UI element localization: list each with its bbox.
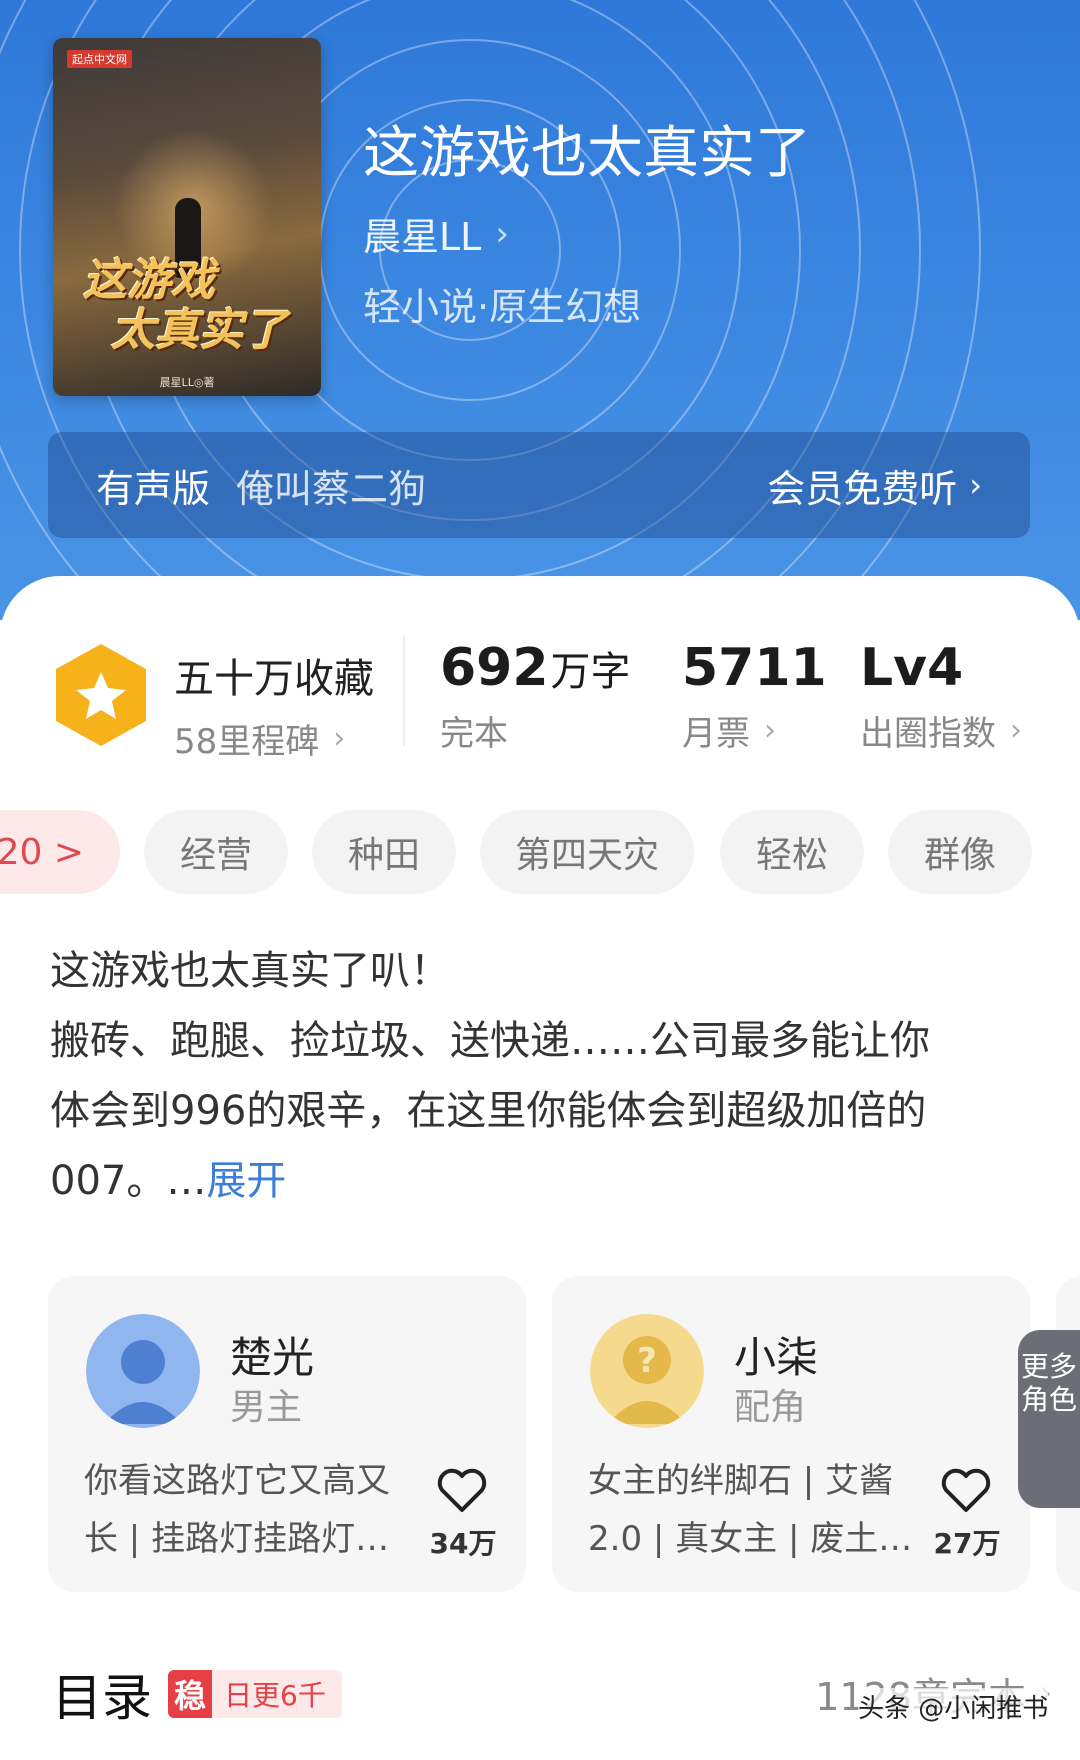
cover-author: 晨星LL◎著 xyxy=(159,376,215,389)
author-name: 晨星LL xyxy=(363,215,482,259)
monthly-ticket-stat[interactable]: 5711 月票 › xyxy=(682,638,827,755)
author-link[interactable]: 晨星LL › xyxy=(363,206,509,261)
role-description: 你看这路灯它又高又长 | 挂路灯挂路灯挂路灯挂路灯 xyxy=(84,1461,390,1559)
tag-hot-rank[interactable]: .20 > xyxy=(0,810,120,894)
tag-item[interactable]: 经营 xyxy=(144,810,288,894)
collection-title: 五十万收藏 xyxy=(174,656,374,702)
toc-heading: 目录 xyxy=(52,1669,152,1727)
role-name: 小柒 xyxy=(734,1333,819,1382)
book-title: 这游戏也太真实了 xyxy=(363,121,811,186)
collection-stat[interactable]: 五十万收藏 58里程碑 › xyxy=(174,646,374,763)
word-count-unit: 万字 xyxy=(550,649,631,695)
stat-divider xyxy=(403,636,405,746)
chevron-right-icon: › xyxy=(1010,713,1022,748)
role-card[interactable]: ? 小柒 配角 女主的绊脚石 | 艾酱2.0 | 真女主 | 废土之花 27万 xyxy=(552,1276,1030,1592)
like-count: 34万 xyxy=(429,1527,497,1560)
monthly-ticket-value: 5711 xyxy=(682,638,827,698)
book-detail-sheet: 五十万收藏 58里程碑 › 692 万字 完本 5711 月票 › Lv4 出圈指数… xyxy=(0,576,1080,1760)
cover-title: 这游戏 太真实了 xyxy=(83,255,287,356)
tag-list: .20 > 经营 种田 第四天灾 轻松 群像 xyxy=(0,810,1080,896)
popularity-level-value: Lv4 xyxy=(860,638,964,698)
watermark: 头条 @小闲推书 xyxy=(858,1688,1049,1725)
more-roles-button[interactable]: 更多角色 xyxy=(1018,1330,1080,1508)
book-cover[interactable]: 起点中文网 这游戏 太真实了 晨星LL◎著 xyxy=(53,38,321,396)
book-header: 起点中文网 这游戏 太真实了 晨星LL◎著 这游戏也太真实了 晨星LL › 轻小… xyxy=(0,0,1080,620)
role-type: 男主 xyxy=(230,1387,303,1428)
vip-free-listen-label: 会员免费听 xyxy=(767,466,958,511)
update-frequency: 日更6千 xyxy=(212,1670,342,1718)
popularity-index-stat[interactable]: Lv4 出圈指数 › xyxy=(860,638,1022,755)
update-badge: 稳 日更6千 xyxy=(168,1670,342,1718)
role-type: 配角 xyxy=(734,1387,807,1428)
audio-version-bar[interactable]: 有声版 俺叫蔡二狗 会员免费听 › xyxy=(48,432,1030,538)
tag-item[interactable]: 第四天灾 xyxy=(480,810,694,894)
cover-publisher-logo: 起点中文网 xyxy=(67,50,132,68)
book-description: 这游戏也太真实了叭！ 搬砖、跑腿、捡垃圾、送快递……公司最多能让你 体会到996… xyxy=(50,936,1040,1216)
audio-narrator: 俺叫蔡二狗 xyxy=(236,466,427,511)
role-name: 楚光 xyxy=(230,1333,315,1382)
vip-free-listen-button[interactable]: 会员免费听 › xyxy=(767,458,982,513)
role-description: 女主的绊脚石 | 艾酱2.0 | 真女主 | 废土之花 xyxy=(588,1461,913,1559)
monthly-ticket-label: 月票 xyxy=(682,714,750,754)
completion-status: 完本 xyxy=(440,714,508,754)
description-line: 这游戏也太真实了叭！ xyxy=(50,948,450,994)
star-badge-icon xyxy=(56,644,146,746)
role-card[interactable]: 楚光 男主 你看这路灯它又高又长 | 挂路灯挂路灯挂路灯挂路灯 34万 xyxy=(48,1276,526,1592)
word-count-stat: 692 万字 完本 xyxy=(440,638,631,755)
heart-icon[interactable] xyxy=(436,1466,488,1514)
description-line: 体会到996的艰辛，在这里你能体会到超级加倍的 xyxy=(50,1088,927,1134)
popularity-index-label: 出圈指数 xyxy=(860,714,996,754)
word-count-value: 692 xyxy=(440,638,549,698)
chevron-right-icon: › xyxy=(764,713,776,748)
tag-item[interactable]: 群像 xyxy=(888,810,1032,894)
chevron-right-icon: › xyxy=(333,721,346,756)
description-line: 搬砖、跑腿、捡垃圾、送快递……公司最多能让你 xyxy=(50,1018,930,1064)
milestone-count: 58里程碑 xyxy=(174,722,320,762)
heart-icon[interactable] xyxy=(940,1466,992,1514)
tag-item[interactable]: 轻松 xyxy=(720,810,864,894)
like-count: 27万 xyxy=(933,1527,1001,1560)
svg-text:?: ? xyxy=(637,1341,657,1381)
avatar xyxy=(86,1314,200,1428)
description-line: 007。… xyxy=(50,1158,207,1204)
stable-update-icon: 稳 xyxy=(168,1670,212,1718)
book-genre: 轻小说·原生幻想 xyxy=(363,285,642,329)
avatar: ? xyxy=(590,1314,704,1428)
chevron-right-icon: › xyxy=(969,466,982,504)
tag-item[interactable]: 种田 xyxy=(312,810,456,894)
expand-link[interactable]: 展开 xyxy=(206,1158,286,1204)
chevron-right-icon: › xyxy=(495,213,509,254)
audio-label: 有声版 xyxy=(96,466,211,511)
